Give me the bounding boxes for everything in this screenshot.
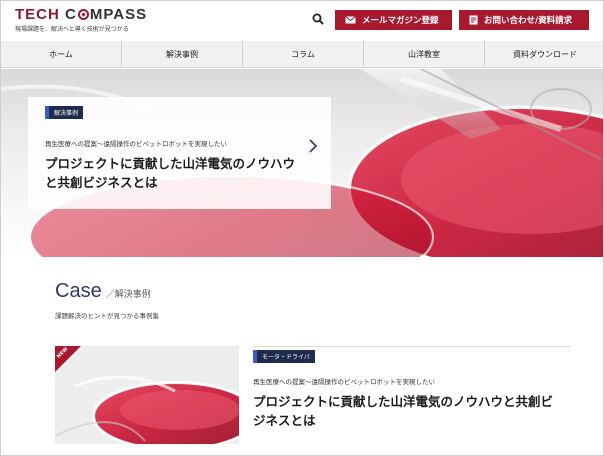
case-title-en: Case xyxy=(55,280,102,302)
site-logo[interactable]: Tech Cmpass 現場課題を、解決へと導く技術が見つかる xyxy=(15,6,147,33)
hero-subtitle: 再生医療への提案～遠隔操作のピペットロボットを実現したい xyxy=(45,140,227,148)
hero-banner[interactable]: 解決事例 再生医療への提案～遠隔操作のピペットロボットを実現したい プロジェクト… xyxy=(1,69,603,257)
nav-item-home[interactable]: ホーム xyxy=(1,41,122,67)
site-header: Tech Cmpass 現場課題を、解決へと導く技術が見つかる メールマガジン登… xyxy=(1,1,603,41)
case-article-card[interactable]: NEW モータ・ドライバ 再生医療への提案～遠隔操作のピペットロボットを実現した… xyxy=(55,346,571,451)
newsletter-signup-label: メールマガジン登録 xyxy=(362,16,439,26)
document-icon xyxy=(469,15,478,25)
article-category-tag[interactable]: モータ・ドライバ xyxy=(253,350,315,363)
logo-letter-c: C xyxy=(65,6,77,23)
hero-card[interactable]: 解決事例 再生医療への提案～遠隔操作のピペットロボットを実現したい プロジェクト… xyxy=(28,97,331,209)
article-title[interactable]: プロジェクトに貢献した山洋電気のノウハウと共創ビジネスとは xyxy=(253,392,553,430)
newsletter-signup-button[interactable]: メールマガジン登録 xyxy=(335,10,452,30)
logo-word-rest: mpass xyxy=(89,6,148,23)
nav-item-downloads[interactable]: 資料ダウンロード xyxy=(485,41,603,67)
article-subtitle: 再生医療への提案～遠隔操作のピペットロボットを実現したい xyxy=(253,378,435,386)
logo-wordmark: Tech Cmpass xyxy=(15,6,147,23)
article-petri-dish-image xyxy=(55,346,239,444)
hero-category-tag: 解決事例 xyxy=(45,106,84,119)
contact-request-label: お問い合わせ/資料請求 xyxy=(484,16,573,26)
logo-word-tech: Tech xyxy=(15,6,60,23)
article-divider xyxy=(253,346,571,347)
contact-request-button[interactable]: お問い合わせ/資料請求 xyxy=(459,10,589,30)
article-thumbnail[interactable]: NEW xyxy=(55,346,239,444)
case-section-heading: Case ／解決事例 xyxy=(55,280,151,303)
nav-item-classroom[interactable]: 山洋教室 xyxy=(364,41,485,67)
case-description: 課題解決のヒントが見つかる事例集 xyxy=(55,312,159,320)
hero-title[interactable]: プロジェクトに貢献した山洋電気のノウハウと共創ビジネスとは xyxy=(45,154,305,192)
page-frame: Tech Cmpass 現場課題を、解決へと導く技術が見つかる メールマガジン登… xyxy=(0,0,604,456)
chevron-right-icon[interactable] xyxy=(308,139,318,153)
nav-item-cases[interactable]: 解決事例 xyxy=(122,41,243,67)
search-icon[interactable] xyxy=(312,13,324,25)
main-nav: ホーム 解決事例 コラム 山洋教室 資料ダウンロード xyxy=(1,41,603,68)
case-title-ja: ／解決事例 xyxy=(105,290,151,300)
envelope-icon xyxy=(345,16,356,24)
logo-tagline: 現場課題を、解決へと導く技術が見つかる xyxy=(15,26,129,33)
compass-icon xyxy=(77,9,89,20)
nav-item-columns[interactable]: コラム xyxy=(243,41,364,67)
